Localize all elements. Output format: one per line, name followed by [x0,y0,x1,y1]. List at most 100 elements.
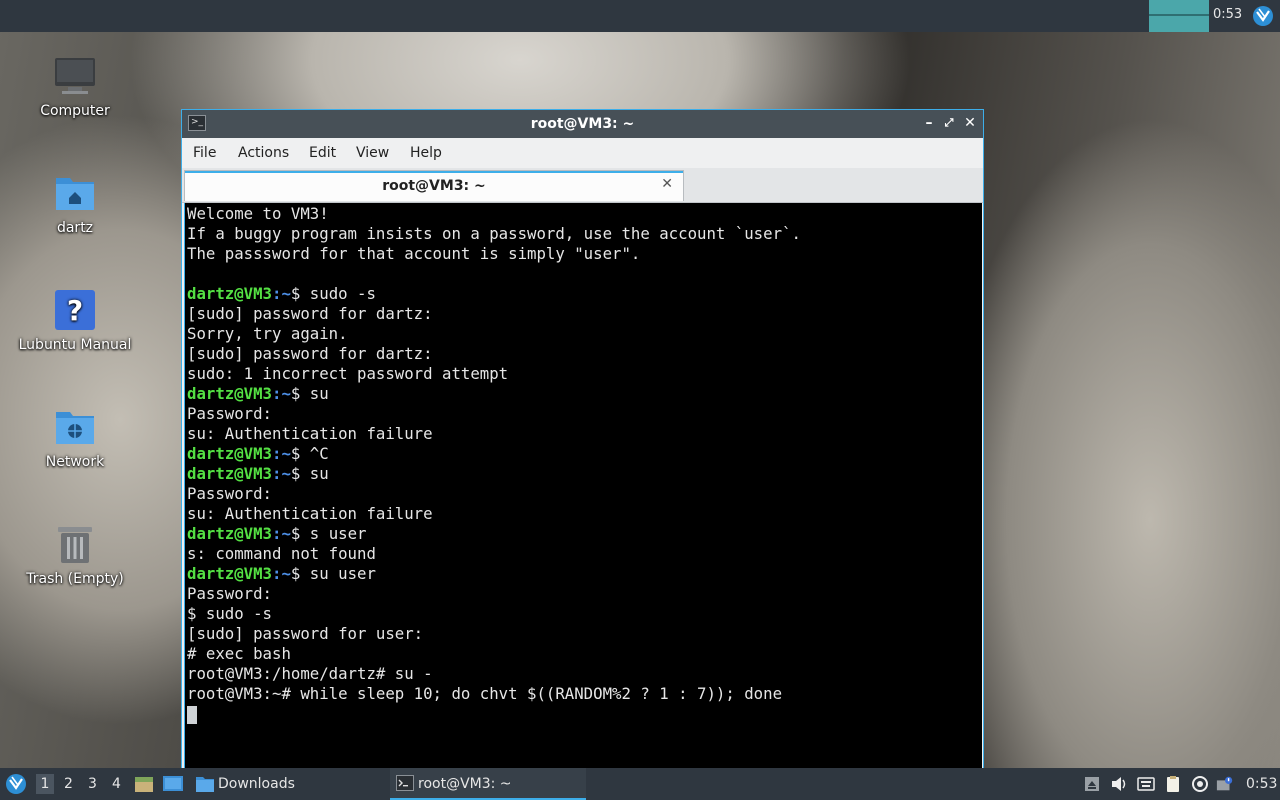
file-manager-launcher-icon[interactable] [134,774,154,794]
terminal-line: s: command not found [187,544,376,563]
terminal-line: Password: [187,584,273,603]
lubuntu-logo-icon[interactable] [1252,5,1274,27]
workspace-1[interactable]: 1 [36,774,54,794]
top-clock[interactable]: 0:53 [1213,7,1242,22]
prompt-user: dartz@VM3 [187,384,273,403]
folder-icon [196,777,214,792]
taskbar-clock[interactable]: 0:53 [1246,776,1277,792]
tab-label: root@VM3: ~ [382,178,486,194]
prompt-command: $ su user [290,564,376,583]
task-downloads[interactable]: Downloads [192,768,382,800]
terminal-line: sudo: 1 incorrect password attempt [187,364,509,383]
terminal-line: Sorry, try again. [187,324,348,343]
minimize-button[interactable]: – [920,114,938,132]
terminal-line: dartz@VM3:~$ su user [187,564,801,584]
prompt-path: ~ [281,384,291,403]
workspace-4[interactable]: 4 [112,776,121,792]
home-folder-icon [54,172,96,214]
prompt-command: $ s user [290,524,367,543]
menu-view[interactable]: View [356,145,389,161]
terminal-output[interactable]: Welcome to VM3! If a buggy program insist… [184,203,982,773]
menu-file[interactable]: File [193,145,216,161]
prompt-user: dartz@VM3 [187,284,273,303]
terminal-line: dartz@VM3:~$ su [187,464,801,484]
prompt-user: dartz@VM3 [187,524,273,543]
task-terminal[interactable]: root@VM3: ~ [390,768,586,800]
help-icon: ? [54,289,96,331]
prompt-path: ~ [281,524,291,543]
trash-icon [54,523,96,565]
terminal-line: dartz@VM3:~$ ^C [187,444,801,464]
task-label: Downloads [218,776,295,792]
terminal-line: Password: [187,484,273,503]
terminal-line: dartz@VM3:~$ sudo -s [187,284,801,304]
prompt-command: $ ^C [290,444,329,463]
terminal-line: Welcome to VM3! [187,204,329,223]
desktop-icon-label: Network [45,454,105,470]
tab-bar: root@VM3: ~ ✕ [182,168,983,203]
terminal-line: [sudo] password for dartz: [187,344,433,363]
prompt-path: ~ [281,284,291,303]
desktop-icon-trash[interactable]: Trash (Empty) [15,523,135,587]
computer-icon [54,55,96,97]
volume-icon[interactable] [1110,775,1128,793]
show-desktop-icon[interactable] [162,774,184,794]
network-tray-icon[interactable] [1216,775,1234,793]
terminal-line: # exec bash [187,644,291,663]
menu-edit[interactable]: Edit [309,145,336,161]
menu-actions[interactable]: Actions [238,145,289,161]
start-menu-icon[interactable] [5,773,27,795]
close-button[interactable]: ✕ [961,114,979,132]
terminal-icon [396,775,414,791]
desktop-icon-label: Lubuntu Manual [18,337,132,353]
prompt-command: $ sudo -s [290,284,376,303]
top-panel: 0:53 [0,0,1280,32]
panel-accent-block [1149,0,1209,32]
terminal-line: dartz@VM3:~$ su [187,384,801,404]
prompt-path: ~ [281,464,291,483]
removable-media-icon[interactable] [1083,775,1101,793]
tab-close-icon[interactable]: ✕ [661,176,673,192]
update-icon[interactable] [1191,775,1209,793]
task-label: root@VM3: ~ [418,776,512,792]
terminal-line: $ sudo -s [187,604,273,623]
terminal-line: root@VM3:/home/dartz# su - [187,664,433,683]
desktop-icon-dartz[interactable]: dartz [15,172,135,236]
terminal-line: Password: [187,404,273,423]
terminal-line: su: Authentication failure [187,504,433,523]
clipboard-icon[interactable] [1164,775,1182,793]
desktop-icon-label: Computer [40,103,110,119]
terminal-line: The passsword for that account is simply… [187,244,641,263]
workspace-3[interactable]: 3 [88,776,97,792]
prompt-user: dartz@VM3 [187,564,273,583]
terminal-window[interactable]: >_ root@VM3: ~ – ⤢ ✕ File Actions Edit V… [181,109,984,774]
svg-text:?: ? [67,294,83,327]
desktop-icon-lubuntu-manual[interactable]: ? Lubuntu Manual [15,289,135,353]
prompt-command: $ su [290,384,329,403]
terminal-line: [sudo] password for user: [187,624,424,643]
window-title: root@VM3: ~ [530,116,635,132]
maximize-button[interactable]: ⤢ [940,114,958,132]
menu-help[interactable]: Help [410,145,442,161]
terminal-cursor-line [187,704,801,724]
terminal-line: dartz@VM3:~$ s user [187,524,801,544]
menu-bar: File Actions Edit View Help [182,138,983,168]
prompt-user: dartz@VM3 [187,444,273,463]
desktop-icon-computer[interactable]: Computer [15,55,135,119]
terminal-line: If a buggy program insists on a password… [187,224,801,243]
desktop-icon-label: dartz [56,220,94,236]
prompt-user: dartz@VM3 [187,464,273,483]
keyboard-icon[interactable] [1137,775,1155,793]
desktop-icon-network[interactable]: Network [15,406,135,470]
network-folder-icon [54,406,96,448]
panel-accent-line [1149,14,1209,16]
window-titlebar[interactable]: >_ root@VM3: ~ – ⤢ ✕ [182,110,983,138]
tab-active-indicator [185,171,683,173]
terminal-line: root@VM3:~# while sleep 10; do chvt $((R… [187,684,783,703]
terminal-lines: Welcome to VM3! If a buggy program insist… [187,204,801,724]
prompt-command: $ su [290,464,329,483]
workspace-2[interactable]: 2 [64,776,73,792]
tab-terminal[interactable]: root@VM3: ~ ✕ [184,170,684,201]
terminal-line: su: Authentication failure [187,424,433,443]
